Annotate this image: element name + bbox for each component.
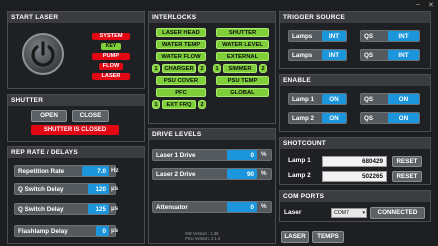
interlock-water-level: WATER LEVEL	[216, 40, 269, 49]
interlock-water-temp: WATER TEMP	[156, 40, 206, 49]
trigger-qs-2-value[interactable]: INT	[388, 50, 419, 60]
enable-lamp2-value[interactable]: ON	[322, 113, 346, 123]
attenuator-value[interactable]: 0	[227, 202, 257, 212]
interlock-shutter: SHUTTER	[216, 28, 269, 37]
minimize-button[interactable]: –	[416, 1, 420, 8]
qswitch-delay-1-unit: µs	[111, 185, 119, 192]
trigger-source-title: TRIGGER SOURCE	[280, 12, 430, 23]
interlock-water-flow: WATER FLOW	[156, 52, 206, 61]
close-button[interactable]: ✕	[428, 1, 434, 9]
enable-qs-2-value[interactable]: ON	[388, 113, 419, 123]
temps-button[interactable]: TEMPS	[312, 231, 344, 243]
interlock-psu-cover: PSU COVER	[156, 76, 206, 85]
laser1-drive-unit: %	[261, 151, 267, 158]
attenuator-unit: %	[261, 203, 267, 210]
shotcount-lamp2-label: Lamp 2	[288, 172, 311, 179]
drive-levels-title: DRIVE LEVELS	[149, 129, 275, 140]
trigger-lamps-2-value[interactable]: INT	[322, 50, 346, 60]
com-ports-title: COM PORTS	[280, 191, 430, 202]
start-laser-title: START LASER	[8, 12, 144, 23]
enable-lamp1-value[interactable]: ON	[322, 94, 346, 104]
ext-frq-num-2: 2	[198, 100, 206, 109]
charger-num-1: 1	[152, 64, 160, 73]
connected-button[interactable]: CONNECTED	[370, 207, 425, 219]
laser2-drive-value[interactable]: 90	[227, 169, 257, 179]
shotcount-title: SHOTCOUNT	[280, 138, 430, 149]
status-flow: FLOW	[99, 63, 123, 70]
shutter-title: SHUTTER	[8, 95, 144, 106]
shotcount-lamp2-value: 502265	[322, 171, 387, 182]
status-laser: LASER	[92, 73, 130, 80]
interlocks-title: INTERLOCKS	[149, 12, 275, 23]
power-button[interactable]	[22, 33, 64, 75]
power-icon	[31, 41, 55, 67]
interlocks-panel: INTERLOCKS LASER HEAD SHUTTER WATER TEMP…	[148, 11, 276, 124]
status-key: KEY	[101, 43, 121, 50]
enable-qs-1-value[interactable]: ON	[388, 94, 419, 104]
interlock-external: EXTERNAL	[216, 52, 269, 61]
qswitch-delay-2-unit: µs	[111, 205, 119, 212]
repetition-rate-unit: Hz	[111, 167, 119, 174]
interlock-simmer: SIMMER	[223, 64, 257, 73]
qswitch-delay-1-value[interactable]: 120	[88, 184, 109, 194]
shotcount-lamp1-label: Lamp 1	[288, 157, 311, 164]
laser2-drive-unit: %	[261, 170, 267, 177]
interlock-global: GLOBAL	[216, 88, 269, 97]
flashlamp-delay-value[interactable]: 0	[96, 226, 109, 236]
qswitch-delay-2-value[interactable]: 125	[88, 204, 109, 214]
com-port-value: COM7	[334, 210, 349, 216]
laser1-drive-value[interactable]: 0	[227, 150, 257, 160]
interlock-ext-frq: EXT FRQ	[162, 100, 196, 109]
close-shutter-button[interactable]: CLOSE	[72, 110, 109, 122]
simmer-num-1: 1	[213, 64, 221, 73]
interlock-psu-temp: PSU TEMP	[216, 76, 269, 85]
drive-levels-panel: DRIVE LEVELS Laser 1 Drive 0 % Laser 2 D…	[148, 128, 276, 244]
trigger-source-panel: TRIGGER SOURCE Lamps INT QS INT Lamps IN…	[279, 11, 431, 69]
rep-rate-panel: REP RATE / DELAYS Repetition Rate 7.0 Hz…	[7, 146, 145, 244]
flashlamp-delay-unit: µs	[111, 227, 119, 234]
status-system: SYSTEM	[92, 33, 130, 40]
charger-num-2: 2	[198, 64, 206, 73]
trigger-lamps-1-value[interactable]: INT	[322, 31, 346, 41]
ext-frq-num-1: 1	[152, 100, 160, 109]
psu-version: PSU Version: 2.1.0	[185, 236, 221, 241]
repetition-rate-value[interactable]: 7.0	[82, 166, 109, 176]
simmer-num-2: 2	[259, 64, 267, 73]
interlock-pfc: PFC	[156, 88, 206, 97]
shutter-panel: SHUTTER OPEN CLOSE SHUTTER IS CLOSED	[7, 94, 145, 142]
status-pump: PUMP	[92, 53, 130, 60]
com-port-select[interactable]: COM7 ▾	[331, 208, 367, 218]
shotcount-lamp2-reset-button[interactable]: RESET	[392, 171, 422, 182]
interlock-laser-head: LASER HEAD	[156, 28, 206, 37]
rep-rate-title: REP RATE / DELAYS	[8, 147, 144, 158]
shotcount-panel: SHOTCOUNT Lamp 1 680429 RESET Lamp 2 502…	[279, 137, 431, 185]
start-laser-panel: START LASER SYSTEM KEY PUMP FLOW LASER	[7, 11, 145, 89]
shotcount-lamp1-reset-button[interactable]: RESET	[392, 156, 422, 167]
com-laser-label: Laser	[284, 209, 302, 216]
com-ports-panel: COM PORTS Laser COM7 ▾ CONNECTED	[279, 190, 431, 222]
shotcount-lamp1-value: 680429	[322, 156, 387, 167]
enable-title: ENABLE	[280, 75, 430, 86]
shutter-status: SHUTTER IS CLOSED	[31, 125, 119, 135]
open-button[interactable]: OPEN	[31, 110, 67, 122]
chevron-down-icon: ▾	[362, 210, 365, 216]
trigger-qs-1-value[interactable]: INT	[388, 31, 419, 41]
enable-panel: ENABLE Lamp 1 ON QS ON Lamp 2 ON QS ON	[279, 74, 431, 132]
laser-button[interactable]: LASER	[281, 231, 309, 243]
interlock-charger: CHARGER	[162, 64, 196, 73]
